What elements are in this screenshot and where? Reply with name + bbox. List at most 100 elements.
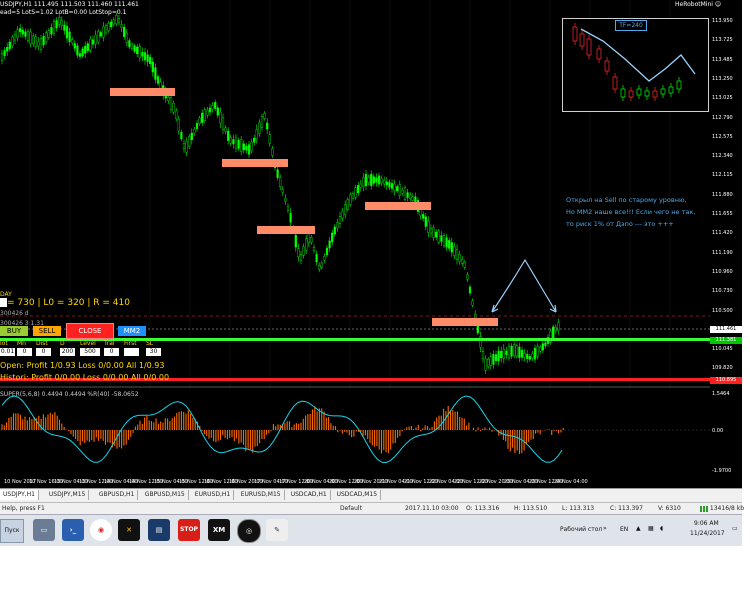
candle-body — [242, 143, 245, 151]
candle-body — [240, 139, 243, 152]
powershell-icon[interactable]: ›_ — [62, 519, 84, 541]
candle-body — [107, 22, 110, 31]
candle-body — [333, 226, 336, 235]
price-axis-label: 111.190 — [712, 249, 733, 256]
candle-body — [284, 197, 287, 202]
control-value-4: 500 — [80, 348, 100, 356]
candle-body — [227, 130, 230, 141]
price-axis-label: 110.045 — [712, 346, 733, 353]
chart-area[interactable]: USDJPY,H1 111.495 111.503 111.460 111.46… — [0, 0, 742, 488]
candle-body — [29, 31, 32, 45]
tray-arrow-icon[interactable]: ▲ — [636, 525, 641, 532]
clock-time[interactable]: 9:06 AM — [694, 520, 719, 527]
price-axis-label: 111.655 — [712, 211, 733, 217]
candle-body — [305, 238, 308, 251]
candle-body — [440, 235, 443, 242]
chart-tab-4[interactable]: EURUSD,H1 — [192, 490, 235, 500]
indicator-histogram — [1, 405, 564, 454]
candle-body — [388, 181, 391, 188]
candle-body — [533, 347, 537, 360]
language-indicator[interactable]: EN — [620, 526, 628, 533]
chart-tab-7[interactable]: USDCAD,M15 — [334, 490, 382, 500]
clock-date[interactable]: 11/24/2017 — [690, 530, 725, 537]
candle-body — [375, 177, 378, 183]
status-help: Help, press F1 — [2, 505, 45, 512]
candle-body — [234, 137, 238, 149]
candle-body — [489, 356, 492, 366]
candle-body — [65, 26, 69, 39]
chart-tab-3[interactable]: GBPUSD,M15 — [142, 490, 189, 500]
chart-tab-0[interactable]: USDJPY,H1 — [0, 490, 39, 500]
stop-app-icon[interactable]: STOP — [178, 519, 200, 541]
sell-button[interactable]: SELL — [33, 326, 61, 336]
mini-timeframe-label: TF=240 — [615, 20, 647, 31]
buy-button[interactable]: BUY — [0, 326, 28, 336]
chart-tab-1[interactable]: USDJPY,M15 — [46, 490, 90, 500]
chart-tab-2[interactable]: GBPUSD,H1 — [96, 490, 139, 500]
close-button[interactable]: CLOSE — [66, 323, 114, 339]
candle-body — [513, 344, 516, 357]
candle-body — [461, 258, 464, 264]
status-low: L: 113.313 — [562, 505, 595, 512]
control-value-0: 0.01 — [0, 348, 15, 356]
xm-app-icon[interactable]: XM — [208, 519, 230, 541]
candle-body — [276, 169, 279, 178]
start-button[interactable]: Пуск — [0, 519, 24, 543]
candle-body — [359, 183, 362, 188]
price-axis-label: 112.575 — [712, 133, 733, 140]
mini-candle-body — [636, 88, 642, 96]
control-value-1: 0 — [17, 348, 32, 356]
candle-body — [221, 117, 225, 130]
candle-body — [76, 45, 79, 56]
chart-app-icon[interactable]: ◎ — [237, 519, 261, 543]
candle-body — [318, 265, 321, 270]
candle-body — [117, 18, 121, 23]
chart-symbol-line: USDJPY,H1 111.495 111.503 111.460 111.46… — [0, 1, 139, 8]
volume-icon[interactable]: ◖ — [660, 525, 663, 532]
current-price-tag: 111.461 — [710, 326, 742, 333]
mini-candle-body — [644, 90, 650, 97]
candle-body — [523, 352, 526, 358]
status-volume: V: 6310 — [658, 505, 681, 512]
terminal-app-icon[interactable]: ▤ — [148, 519, 170, 541]
candle-body — [505, 350, 508, 355]
chart-tabs: USDJPY,H1 USDJPY,M15 GBPUSD,H1 GBPUSD,M15 EU… — [0, 488, 742, 502]
mm2-button[interactable]: MM2 — [118, 326, 146, 336]
status-close: C: 113.397 — [610, 505, 643, 512]
price-axis-label: 112.790 — [712, 114, 733, 121]
candle-body — [401, 189, 404, 194]
chart-tab-5[interactable]: EURUSD,M15 — [238, 490, 285, 500]
candle-body — [492, 354, 495, 365]
candle-body — [331, 232, 334, 243]
notification-icon[interactable]: ▭ — [732, 525, 738, 532]
network-icon[interactable]: ▦ — [648, 525, 654, 532]
candle-body — [302, 246, 305, 256]
candle-body — [175, 110, 178, 119]
desktop-toolbar[interactable]: Рабочий стол — [560, 526, 602, 533]
candle-body — [396, 186, 399, 191]
chart-params-line: ead=5 LotS=1.02 LotB=0.00 LotStop=0.1 — [0, 9, 127, 16]
chart-tab-6[interactable]: USDCAD,H1 — [288, 490, 331, 500]
status-high: H: 113.510 — [514, 505, 548, 512]
price-axis-label: 110.730 — [712, 288, 733, 295]
computer-icon[interactable]: ▭ — [33, 519, 55, 541]
candle-body — [250, 141, 253, 151]
chevron-icon[interactable]: » — [603, 525, 607, 532]
candle-body — [73, 43, 76, 49]
candle-body — [448, 240, 451, 249]
price-axis-label: 113.025 — [712, 95, 733, 102]
chrome-icon[interactable]: ◉ — [90, 519, 112, 541]
candle-body — [281, 189, 284, 193]
paint-icon[interactable]: ✎ — [266, 519, 288, 541]
control-header-1: Mn — [17, 340, 26, 347]
candle-body — [8, 41, 11, 49]
candle-body — [169, 97, 173, 110]
candle-body — [193, 129, 196, 134]
candle-body — [182, 143, 186, 149]
candle-body — [445, 237, 448, 248]
candle-body — [94, 34, 97, 45]
mini-candle-body — [604, 60, 610, 72]
candle-body — [42, 36, 45, 45]
mini-chart-svg — [572, 23, 696, 101]
trading-app-icon[interactable]: ✕ — [118, 519, 140, 541]
